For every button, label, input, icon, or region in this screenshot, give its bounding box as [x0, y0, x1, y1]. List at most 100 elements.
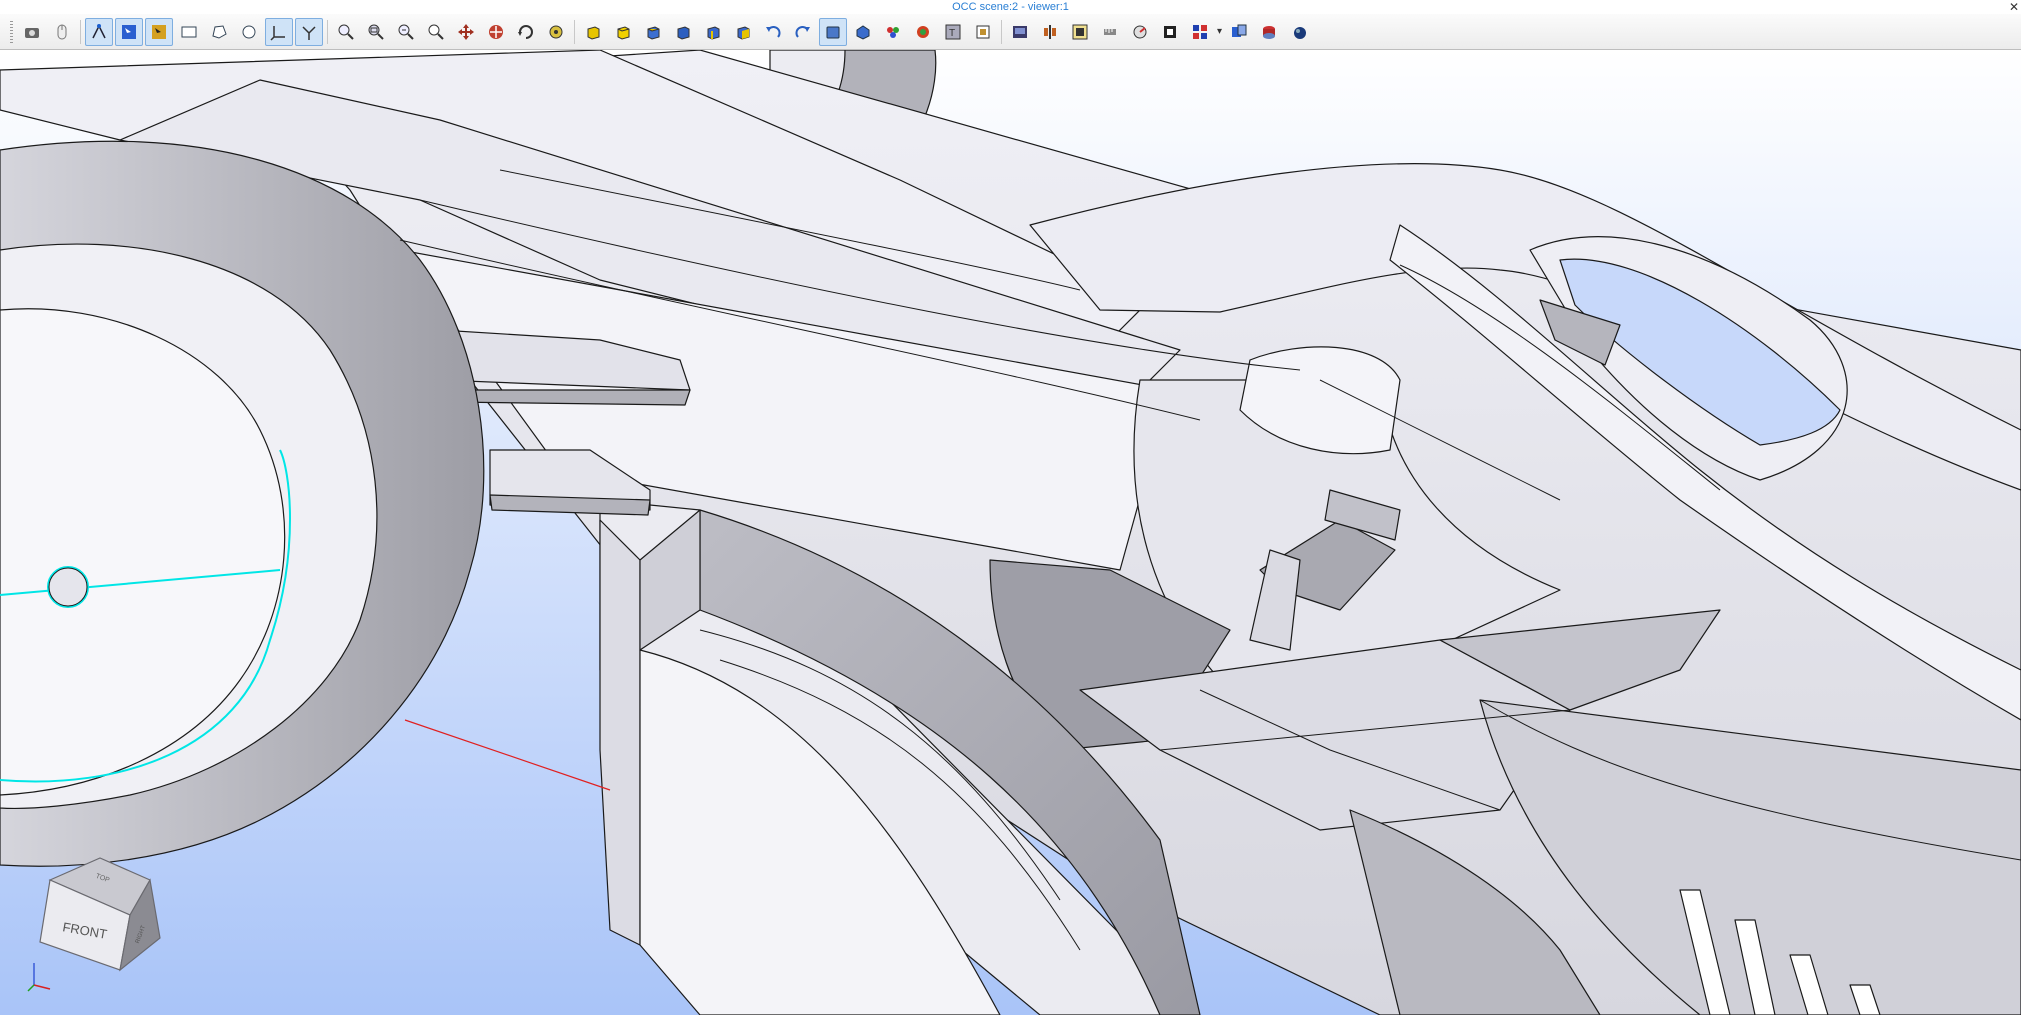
reset-view-button[interactable]: [542, 18, 570, 46]
settings-dropdown-button[interactable]: [1186, 18, 1214, 46]
zoom-fit-button[interactable]: [392, 18, 420, 46]
undo-icon: [763, 22, 783, 42]
undo-button[interactable]: [759, 18, 787, 46]
global-pan-icon: [486, 22, 506, 42]
toolbar-separator: [574, 19, 575, 44]
view-front-icon: [583, 22, 603, 42]
wheel-hub[interactable]: [48, 567, 88, 607]
polygon-select-button[interactable]: [205, 18, 233, 46]
color-button[interactable]: [879, 18, 907, 46]
sphere-render-icon: [1289, 22, 1309, 42]
rectangle-select-button[interactable]: [175, 18, 203, 46]
trihedron-icon: [299, 22, 319, 42]
shaded-mode-icon: [823, 22, 843, 42]
window-title-bar: OCC scene:2 - viewer:1 ✕: [0, 0, 2021, 14]
transparency-icon: T: [943, 22, 963, 42]
environment-icon: [1160, 22, 1180, 42]
material-button[interactable]: [909, 18, 937, 46]
select-edge-button[interactable]: [115, 17, 143, 46]
dump-view-button[interactable]: [1006, 18, 1034, 46]
shaded-mode-button[interactable]: [819, 17, 847, 46]
view-front-button[interactable]: [579, 18, 607, 46]
polygon-select-icon: [209, 22, 229, 42]
chevron-down-icon[interactable]: ▾: [1217, 26, 1222, 37]
toolbar-separator: [327, 19, 328, 44]
ray-tracing-icon: [1259, 22, 1279, 42]
explode-button[interactable]: [1066, 18, 1094, 46]
color-icon: [883, 22, 903, 42]
redo-button[interactable]: [789, 18, 817, 46]
explode-icon: [1070, 22, 1090, 42]
select-edge-icon: [119, 22, 139, 42]
pan-button[interactable]: [452, 18, 480, 46]
view-left-icon: [703, 22, 723, 42]
global-pan-button[interactable]: [482, 18, 510, 46]
rectangle-select-icon: [179, 22, 199, 42]
graduated-trihedron-button[interactable]: [1126, 18, 1154, 46]
clipping-icon: [1040, 22, 1060, 42]
dump-view-icon: [1010, 22, 1030, 42]
view-top-button[interactable]: [639, 18, 667, 46]
rotate-icon: [516, 22, 536, 42]
mouse-button[interactable]: [48, 18, 76, 46]
view-bottom-button[interactable]: [669, 18, 697, 46]
material-icon: [913, 22, 933, 42]
sphere-render-button[interactable]: [1285, 18, 1313, 46]
zoom-window-icon: [366, 22, 386, 42]
view-left-button[interactable]: [699, 18, 727, 46]
trihedron-button[interactable]: [295, 17, 323, 46]
sync-icon: [1229, 22, 1249, 42]
view-right-button[interactable]: [729, 18, 757, 46]
camera-icon: [22, 22, 42, 42]
toolbar-separator: [80, 19, 81, 44]
view-top-icon: [643, 22, 663, 42]
ray-tracing-button[interactable]: [1255, 18, 1283, 46]
camera-button[interactable]: [18, 18, 46, 46]
hidden-line-icon: [973, 22, 993, 42]
viewer-toolbar: T ▾: [0, 14, 2021, 50]
measure-icon: [1100, 22, 1120, 42]
window-title: OCC scene:2 - viewer:1: [952, 1, 1069, 13]
select-vertex-icon: [89, 22, 109, 42]
view-right-icon: [733, 22, 753, 42]
svg-text:T: T: [949, 28, 955, 39]
view-back-button[interactable]: [609, 18, 637, 46]
settings-dropdown-icon: [1190, 22, 1210, 42]
y-axis-arrow: [27, 984, 35, 992]
select-face-button[interactable]: [145, 17, 173, 46]
sync-button[interactable]: [1225, 18, 1253, 46]
scene-canvas[interactable]: [0, 50, 2021, 1015]
zoom-icon: [336, 22, 356, 42]
zoom-out-button[interactable]: [422, 18, 450, 46]
environment-button[interactable]: [1156, 18, 1184, 46]
hidden-line-button[interactable]: [969, 18, 997, 46]
zoom-fit-icon: [396, 22, 416, 42]
zoom-button[interactable]: [332, 18, 360, 46]
close-icon[interactable]: ✕: [2009, 0, 2019, 14]
circle-select-icon: [239, 22, 259, 42]
graduated-trihedron-icon: [1130, 22, 1150, 42]
toolbar-separator: [1001, 19, 1002, 44]
toolbar-grip[interactable]: [10, 20, 13, 43]
select-vertex-button[interactable]: [85, 17, 113, 46]
circle-select-button[interactable]: [235, 18, 263, 46]
axes-icon: [269, 22, 289, 42]
axis-triad: [27, 963, 51, 992]
view-bottom-icon: [673, 22, 693, 42]
view-back-icon: [613, 22, 633, 42]
measure-button[interactable]: [1096, 18, 1124, 46]
mouse-icon: [52, 22, 72, 42]
transparency-button[interactable]: T: [939, 18, 967, 46]
reset-view-icon: [546, 22, 566, 42]
clipping-button[interactable]: [1036, 18, 1064, 46]
select-face-icon: [149, 22, 169, 42]
x-axis-arrow: [33, 984, 51, 990]
zoom-window-button[interactable]: [362, 18, 390, 46]
rotate-button[interactable]: [512, 18, 540, 46]
pan-icon: [456, 22, 476, 42]
wireframe-mode-button[interactable]: [849, 18, 877, 46]
wireframe-mode-icon: [853, 22, 873, 42]
axes-button[interactable]: [265, 17, 293, 46]
3d-viewport[interactable]: FRONT TOP RIGHT: [0, 50, 2021, 1015]
zoom-out-icon: [426, 22, 446, 42]
